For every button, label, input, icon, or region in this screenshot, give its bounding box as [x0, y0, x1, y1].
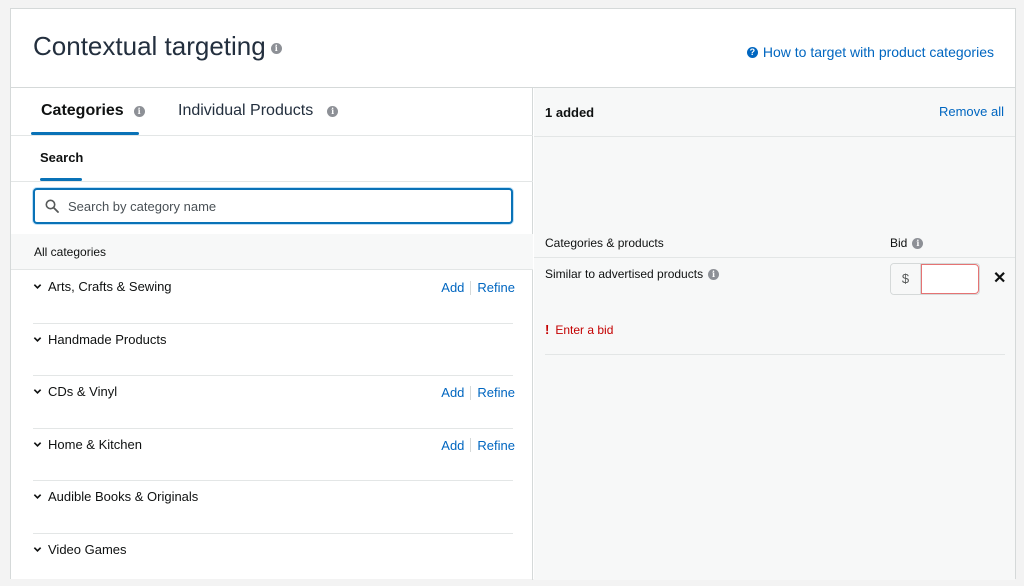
chevron-down-icon	[33, 335, 42, 344]
category-name: Audible Books & Originals	[48, 489, 198, 504]
category-name: Arts, Crafts & Sewing	[48, 279, 172, 294]
category-toggle[interactable]: Arts, Crafts & Sewing	[33, 279, 172, 294]
info-icon[interactable]: i	[327, 106, 338, 117]
refine-button[interactable]: Refine	[477, 385, 515, 400]
target-label-text: Similar to advertised products	[545, 267, 703, 281]
category-actions: Add Refine	[441, 385, 515, 400]
subtab-bar: Search	[11, 136, 533, 182]
refine-button[interactable]: Refine	[477, 438, 515, 453]
add-button[interactable]: Add	[441, 385, 464, 400]
list-item: Handmade Products	[33, 324, 513, 377]
list-item: CDs & Vinyl Add Refine	[33, 376, 513, 429]
contextual-targeting-card: Contextual targeting i ? How to target wi…	[10, 8, 1016, 579]
add-button[interactable]: Add	[441, 438, 464, 453]
chevron-down-icon	[33, 545, 42, 554]
divider	[545, 354, 1005, 355]
category-name: CDs & Vinyl	[48, 384, 117, 399]
search-input[interactable]	[68, 199, 488, 214]
tab-label: Individual Products	[178, 102, 313, 120]
chevron-down-icon	[33, 440, 42, 449]
refine-button[interactable]: Refine	[477, 280, 515, 295]
divider	[470, 281, 471, 295]
info-icon[interactable]: i	[912, 238, 923, 249]
category-actions: Add Refine	[441, 438, 515, 453]
card-header: Contextual targeting i ? How to target wi…	[11, 9, 1015, 88]
divider	[470, 386, 471, 400]
added-count: 1 added	[545, 105, 594, 120]
list-item: Arts, Crafts & Sewing Add Refine	[33, 271, 513, 324]
page-title: Contextual targeting i	[33, 31, 282, 62]
bid-error-message: ! Enter a bid	[545, 322, 613, 337]
category-toggle[interactable]: Handmade Products	[33, 332, 167, 347]
error-icon: !	[545, 322, 549, 337]
chevron-down-icon	[33, 387, 42, 396]
help-link-text: How to target with product categories	[763, 44, 994, 60]
chevron-down-icon	[33, 492, 42, 501]
table-row: Similar to advertised products i $ ✕ ! E…	[534, 258, 1015, 346]
tab-individual-products[interactable]: Individual Products i	[178, 102, 338, 120]
all-categories-header: All categories	[11, 234, 533, 270]
category-toggle[interactable]: Home & Kitchen	[33, 437, 142, 452]
remove-all-button[interactable]: Remove all	[939, 104, 1004, 119]
category-toggle[interactable]: Video Games	[33, 542, 127, 557]
info-icon[interactable]: i	[708, 269, 719, 280]
list-item: Audible Books & Originals	[33, 481, 513, 534]
all-categories-label: All categories	[34, 245, 106, 259]
search-icon	[45, 199, 59, 213]
info-icon[interactable]: i	[134, 106, 145, 117]
added-summary-bar: 1 added Remove all	[534, 88, 1015, 137]
active-subtab-indicator	[40, 178, 82, 181]
subtab-search[interactable]: Search	[40, 150, 83, 165]
tab-categories[interactable]: Categories i	[41, 102, 145, 120]
currency-symbol: $	[891, 264, 921, 294]
add-button[interactable]: Add	[441, 280, 464, 295]
tab-label: Categories	[41, 102, 124, 120]
page-title-text: Contextual targeting	[33, 31, 266, 61]
category-actions: Add Refine	[441, 280, 515, 295]
targets-table-header: Categories & products Bid i	[534, 218, 1015, 258]
category-name: Handmade Products	[48, 332, 167, 347]
column-header-bid-label: Bid	[890, 236, 907, 250]
list-item: Home & Kitchen Add Refine	[33, 429, 513, 482]
added-targets-panel: 1 added Remove all Categories & products…	[534, 88, 1015, 580]
column-header-categories: Categories & products	[545, 236, 664, 250]
bid-field: $	[890, 263, 980, 295]
category-toggle[interactable]: CDs & Vinyl	[33, 384, 117, 399]
list-item: Video Games	[33, 534, 513, 586]
error-text: Enter a bid	[555, 323, 613, 337]
divider	[470, 438, 471, 452]
help-link[interactable]: ? How to target with product categories	[747, 44, 994, 60]
category-name: Video Games	[48, 542, 127, 557]
help-icon: ?	[747, 47, 758, 58]
categories-panel: Categories i Individual Products i Searc…	[11, 88, 533, 580]
close-icon[interactable]: ✕	[993, 268, 1006, 288]
column-header-bid: Bid i	[890, 236, 923, 250]
search-box[interactable]	[33, 188, 513, 224]
category-toggle[interactable]: Audible Books & Originals	[33, 489, 198, 504]
category-list: Arts, Crafts & Sewing Add Refine Handmad…	[11, 271, 533, 586]
category-name: Home & Kitchen	[48, 437, 142, 452]
tab-bar: Categories i Individual Products i	[11, 88, 533, 136]
target-label: Similar to advertised products i	[545, 267, 719, 281]
chevron-down-icon	[33, 282, 42, 291]
bid-input[interactable]	[921, 264, 979, 294]
info-icon[interactable]: i	[271, 43, 282, 54]
active-tab-indicator	[31, 132, 139, 135]
